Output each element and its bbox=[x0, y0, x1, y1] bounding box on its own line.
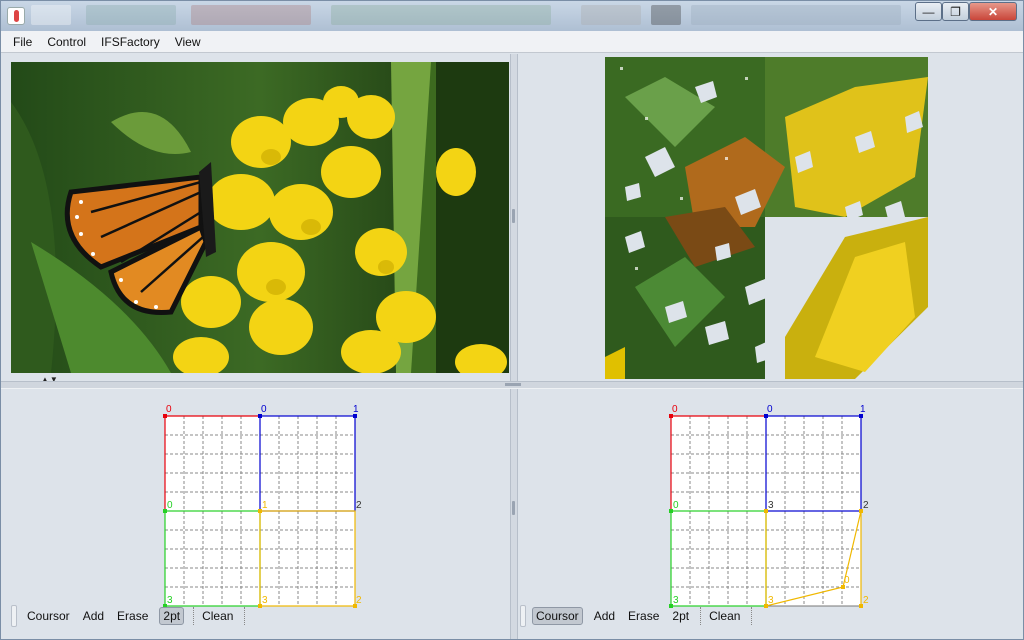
maximize-button[interactable]: ❐ bbox=[942, 2, 969, 21]
tool-erase[interactable]: Erase bbox=[115, 607, 150, 625]
menu-control[interactable]: Control bbox=[47, 35, 86, 49]
tool-add[interactable]: Add bbox=[81, 607, 106, 625]
label-yellow-mid: 0 bbox=[844, 575, 850, 586]
label-red-tl: 0 bbox=[166, 404, 172, 415]
title-bar[interactable]: — ❐ ✕ bbox=[1, 1, 1023, 31]
toolbar-separator bbox=[700, 607, 702, 625]
label-green-tl: 0 bbox=[167, 500, 173, 511]
tool-2pt[interactable]: 2pt bbox=[159, 607, 185, 625]
label-blue-tr: 1 bbox=[353, 404, 359, 415]
java-app-icon bbox=[7, 7, 25, 25]
label-yellow-tl: 3 bbox=[768, 500, 774, 511]
vertical-splitter-top[interactable] bbox=[510, 54, 518, 381]
label-blue-tl: 0 bbox=[261, 404, 267, 415]
tool-add[interactable]: Add bbox=[592, 607, 617, 625]
label-green-tl: 0 bbox=[673, 500, 679, 511]
splitter-grip bbox=[505, 383, 521, 386]
result-image-pane bbox=[518, 54, 1023, 381]
menu-view[interactable]: View bbox=[175, 35, 201, 49]
splitter-grip bbox=[512, 501, 515, 515]
label-yellow-br: 2 bbox=[863, 595, 869, 606]
menu-bar: File Control IFSFactory View bbox=[1, 31, 1023, 53]
label-blue-br: 2 bbox=[356, 500, 362, 511]
horizontal-splitter[interactable] bbox=[1, 381, 1023, 389]
minimize-button[interactable]: — bbox=[915, 2, 942, 21]
tool-coursor[interactable]: Coursor bbox=[25, 607, 72, 625]
transform-grid-left[interactable]: 0 0 1 0 1 2 3 3 2 bbox=[1, 389, 510, 614]
close-icon: ✕ bbox=[987, 4, 999, 19]
menu-file[interactable]: File bbox=[13, 35, 32, 49]
clean-button[interactable]: Clean bbox=[707, 607, 742, 625]
label-blue-tr: 1 bbox=[860, 404, 866, 415]
toolbar-separator bbox=[751, 607, 753, 625]
tool-2pt[interactable]: 2pt bbox=[670, 607, 691, 625]
label-blue-br: 2 bbox=[863, 500, 869, 511]
butterfly-flower-photo bbox=[11, 62, 509, 373]
clean-button[interactable]: Clean bbox=[200, 607, 235, 625]
transform-editor-right: 0 0 1 0 3 2 3 3 2 0 Coursor Add Erase 2p… bbox=[518, 389, 1024, 639]
label-red-tl: 0 bbox=[672, 404, 678, 415]
vertical-splitter-bottom[interactable] bbox=[510, 389, 518, 639]
label-yellow-tl: 1 bbox=[262, 500, 268, 511]
toolbar-separator bbox=[244, 607, 246, 625]
toolbar-separator bbox=[193, 607, 195, 625]
app-window: — ❐ ✕ File Control IFSFactory View ▲▼ 0 … bbox=[0, 0, 1024, 640]
transform-editor-left: 0 0 1 0 1 2 3 3 2 Coursor Add Erase 2pt … bbox=[1, 389, 510, 639]
source-image-pane: ▲▼ bbox=[1, 54, 510, 384]
maximize-icon: ❐ bbox=[950, 4, 961, 19]
ifs-result-image[interactable] bbox=[605, 57, 928, 379]
fractal-render bbox=[605, 57, 928, 379]
splitter-grip bbox=[512, 209, 515, 223]
close-button[interactable]: ✕ bbox=[969, 2, 1017, 21]
toolbar-drag-handle[interactable] bbox=[11, 605, 17, 627]
tool-erase[interactable]: Erase bbox=[626, 607, 661, 625]
tool-bar-left: Coursor Add Erase 2pt Clean bbox=[11, 605, 251, 627]
label-yellow-bl: 3 bbox=[768, 595, 774, 606]
tool-bar-right: Coursor Add Erase 2pt Clean bbox=[520, 605, 758, 627]
label-yellow-bl: 3 bbox=[262, 595, 268, 606]
tool-coursor[interactable]: Coursor bbox=[532, 607, 583, 625]
menu-ifsfactory[interactable]: IFSFactory bbox=[101, 35, 160, 49]
label-blue-tl: 0 bbox=[767, 404, 773, 415]
minimize-icon: — bbox=[922, 4, 935, 19]
source-image[interactable] bbox=[11, 62, 509, 373]
transform-grid-right[interactable]: 0 0 1 0 3 2 3 3 2 0 bbox=[518, 389, 1024, 614]
toolbar-drag-handle[interactable] bbox=[520, 605, 526, 627]
